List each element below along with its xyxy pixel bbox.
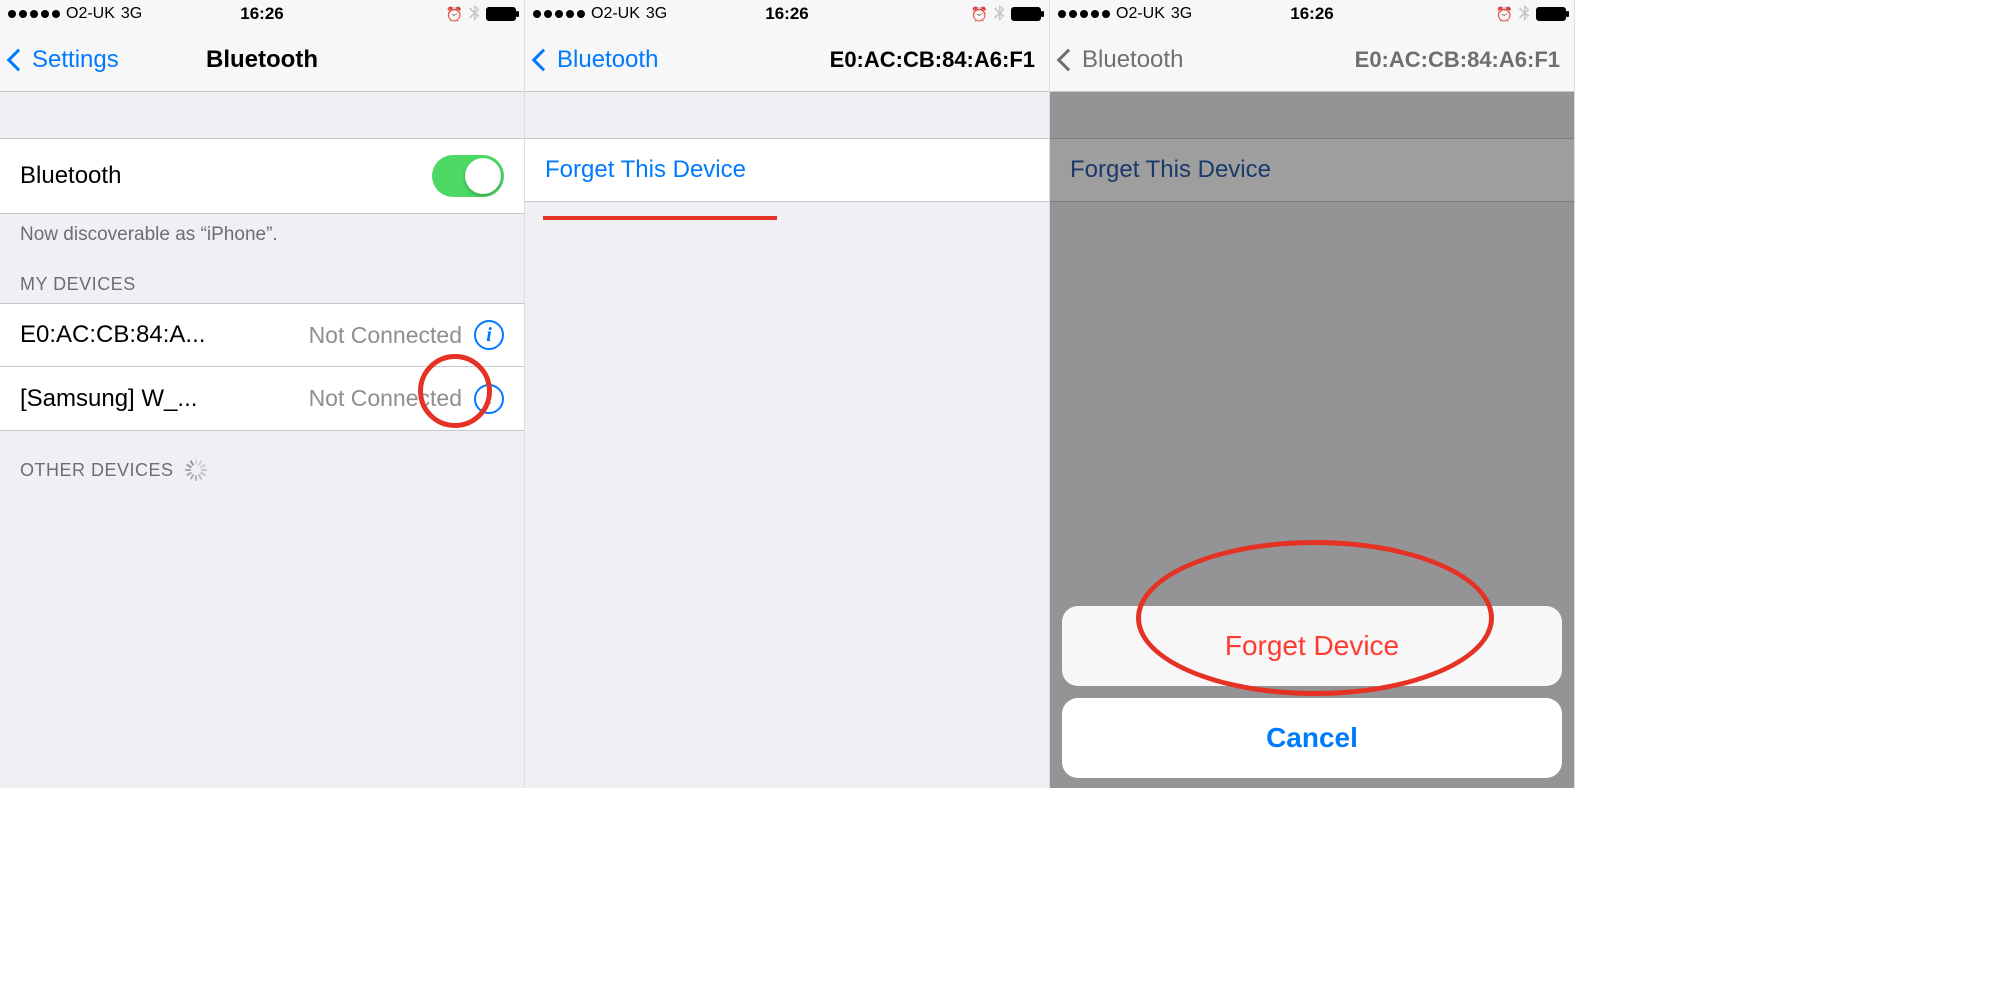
- bluetooth-icon: [469, 5, 480, 24]
- forget-device-row[interactable]: Forget This Device: [1050, 138, 1574, 202]
- device-name: [Samsung] W_...: [20, 385, 197, 413]
- alarm-icon: ⏰: [971, 6, 988, 23]
- back-button[interactable]: Settings: [10, 46, 119, 74]
- network-label: 3G: [121, 5, 142, 23]
- alarm-icon: ⏰: [1496, 6, 1513, 23]
- page-title: Bluetooth: [206, 46, 318, 74]
- back-label: Settings: [32, 46, 119, 74]
- status-bar: O2-UK 3G 16:26 ⏰: [525, 0, 1049, 28]
- device-status: Not Connected: [309, 322, 462, 349]
- forget-device-row[interactable]: Forget This Device: [525, 138, 1049, 202]
- row-label: Forget This Device: [1070, 156, 1271, 184]
- nav-bar: Bluetooth E0:AC:CB:84:A6:F1: [1050, 28, 1574, 92]
- back-label: Bluetooth: [1082, 46, 1183, 74]
- status-bar: O2-UK 3G 16:26 ⏰: [0, 0, 524, 28]
- back-button[interactable]: Bluetooth: [535, 46, 658, 74]
- alarm-icon: ⏰: [446, 6, 463, 23]
- page-title: E0:AC:CB:84:A6:F1: [1355, 47, 1560, 73]
- clock-label: 16:26: [765, 4, 808, 24]
- other-devices-header: OTHER DEVICES: [0, 431, 524, 489]
- network-label: 3G: [1171, 5, 1192, 23]
- bluetooth-icon: [994, 5, 1005, 24]
- chevron-left-icon: [532, 48, 555, 71]
- action-sheet: Forget Device Cancel: [1062, 606, 1562, 778]
- status-bar: O2-UK 3G 16:26 ⏰: [1050, 0, 1574, 28]
- forget-device-button[interactable]: Forget Device: [1062, 606, 1562, 686]
- battery-icon: [486, 7, 516, 21]
- chevron-left-icon: [7, 48, 30, 71]
- device-name: E0:AC:CB:84:A...: [20, 321, 205, 349]
- device-status: Not Connected: [309, 385, 462, 412]
- carrier-label: O2-UK: [591, 5, 640, 23]
- clock-label: 16:26: [240, 4, 283, 24]
- cancel-button[interactable]: Cancel: [1062, 698, 1562, 778]
- screen-bluetooth-list: O2-UK 3G 16:26 ⏰ Settings Bluetooth Blue…: [0, 0, 525, 788]
- screen-device-detail: O2-UK 3G 16:26 ⏰ Bluetooth E0:AC:CB:84:A…: [525, 0, 1050, 788]
- clock-label: 16:26: [1290, 4, 1333, 24]
- nav-bar: Bluetooth E0:AC:CB:84:A6:F1: [525, 28, 1049, 92]
- discoverable-text: Now discoverable as “iPhone”.: [0, 214, 524, 246]
- back-button[interactable]: Bluetooth: [1060, 46, 1183, 74]
- back-label: Bluetooth: [557, 46, 658, 74]
- annotation-underline: [543, 216, 777, 220]
- row-label: Bluetooth: [20, 162, 121, 190]
- bluetooth-toggle-row[interactable]: Bluetooth: [0, 138, 524, 214]
- toggle-on-icon[interactable]: [432, 155, 504, 197]
- carrier-label: O2-UK: [66, 5, 115, 23]
- info-icon[interactable]: i: [474, 320, 504, 350]
- page-title: E0:AC:CB:84:A6:F1: [830, 47, 1035, 73]
- screen-forget-confirm: O2-UK 3G 16:26 ⏰ Bluetooth E0:AC:CB:84:A…: [1050, 0, 1575, 788]
- row-label: Forget This Device: [545, 156, 746, 184]
- bluetooth-icon: [1519, 5, 1530, 24]
- chevron-left-icon: [1057, 48, 1080, 71]
- signal-dots-icon: [1058, 10, 1110, 18]
- signal-dots-icon: [533, 10, 585, 18]
- info-icon[interactable]: i: [474, 384, 504, 414]
- battery-icon: [1536, 7, 1566, 21]
- carrier-label: O2-UK: [1116, 5, 1165, 23]
- device-row[interactable]: E0:AC:CB:84:A... Not Connected i: [0, 303, 524, 367]
- battery-icon: [1011, 7, 1041, 21]
- spinner-icon: [184, 459, 206, 481]
- nav-bar: Settings Bluetooth: [0, 28, 524, 92]
- network-label: 3G: [646, 5, 667, 23]
- my-devices-header: MY DEVICES: [0, 246, 524, 303]
- device-row[interactable]: [Samsung] W_... Not Connected i: [0, 367, 524, 431]
- signal-dots-icon: [8, 10, 60, 18]
